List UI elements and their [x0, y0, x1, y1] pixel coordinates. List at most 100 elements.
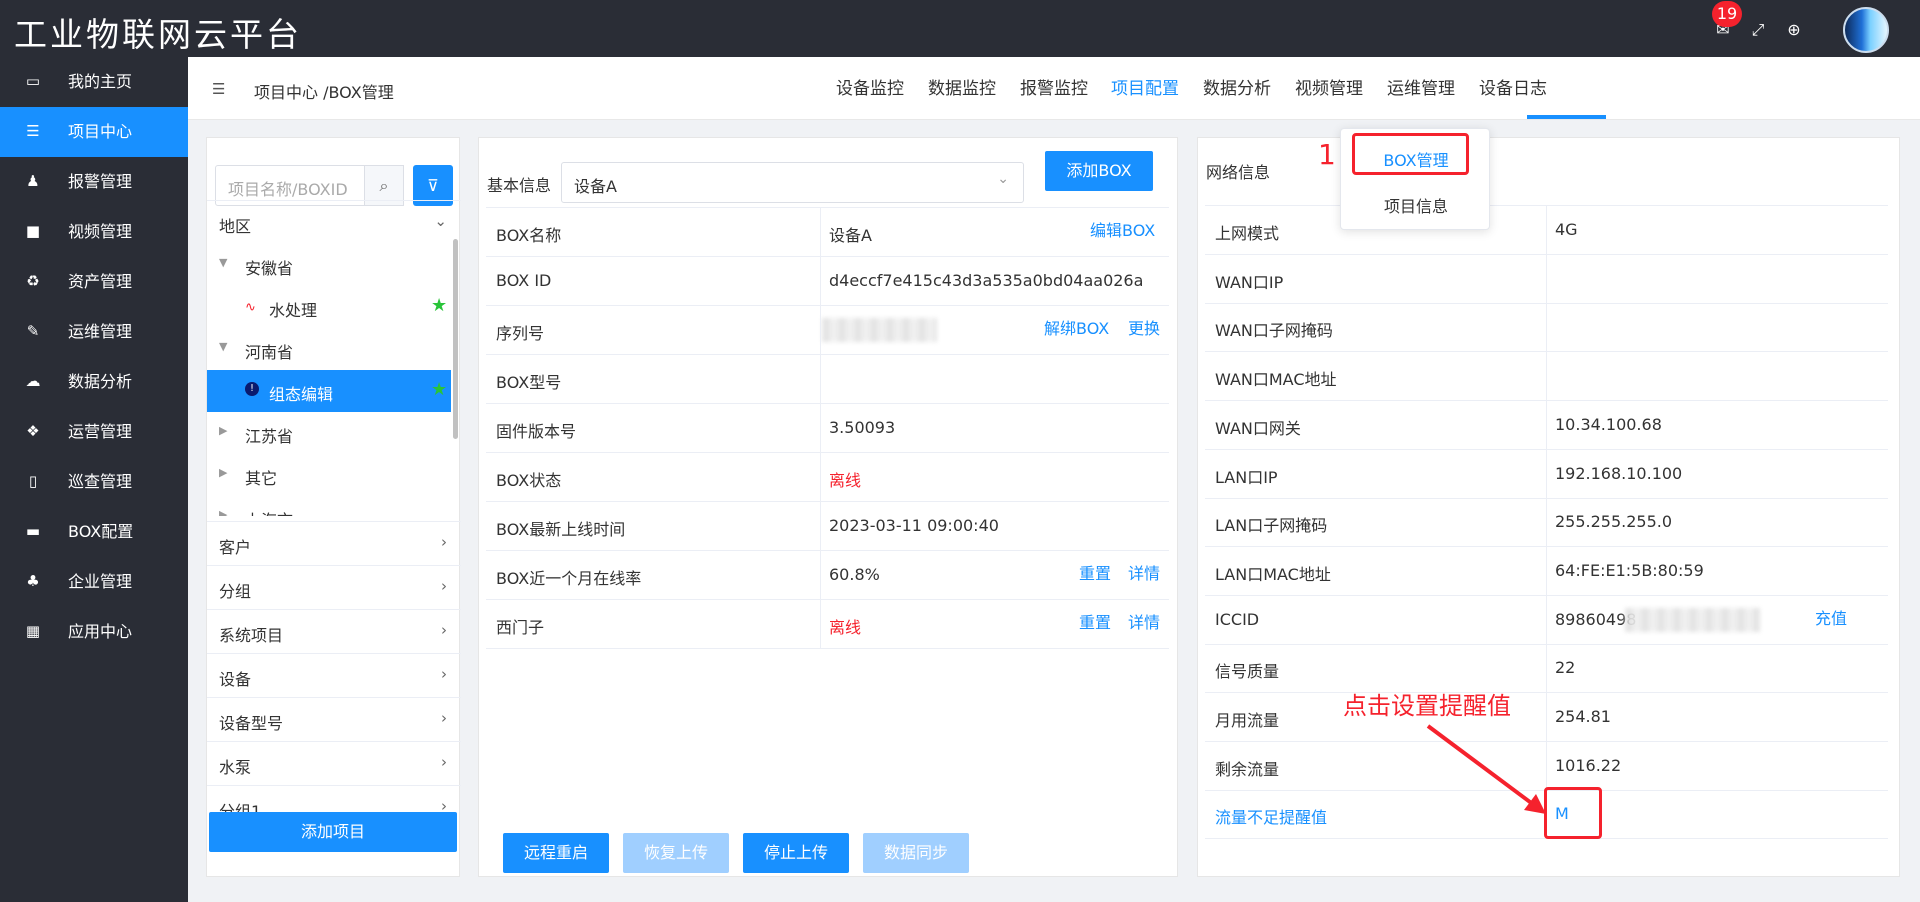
reset-link[interactable]: 重置	[1079, 609, 1111, 633]
caret-down-icon: ▼	[219, 256, 228, 269]
tree-scrollbar[interactable]	[453, 239, 458, 439]
sidebar-item-4[interactable]: ♻ 资产管理	[0, 257, 188, 307]
row-label: WAN口子网掩码	[1215, 321, 1333, 341]
globe-icon[interactable]: ⊕	[1784, 20, 1804, 40]
tree-node-label: 组态编辑	[269, 385, 334, 404]
row-value: 64:FE:E1:5B:80:59	[1555, 560, 1704, 580]
row-label[interactable]: 流量不足提醒值	[1215, 804, 1327, 828]
tab-1[interactable]: 数据监控	[928, 74, 996, 99]
sidebar-item-label: 巡查管理	[68, 472, 133, 491]
resume-upload-button[interactable]: 恢复上传	[623, 833, 729, 873]
tab-6[interactable]: 运维管理	[1387, 74, 1455, 99]
group-row[interactable]: 设备 ›	[207, 653, 461, 697]
star-icon[interactable]: ★	[431, 379, 447, 400]
sidebar: ▭ 我的主页 ☰ 项目中心 ♟ 报警管理 ■ 视频管理 ♻ 资产管理 ✎ 运维管理 ☁ 数据分析 ❖ 运营管理…	[0, 57, 188, 902]
device-select[interactable]: 设备A ⌄	[561, 162, 1024, 203]
group-region[interactable]: 地区 ⌄	[207, 200, 461, 244]
data-sync-button[interactable]: 数据同步	[863, 833, 969, 873]
details-link[interactable]: 详情	[1128, 609, 1160, 633]
sidebar-item-10[interactable]: ♣ 企业管理	[0, 557, 188, 607]
group-row[interactable]: 分组 ›	[207, 565, 461, 609]
tree-node-anhui[interactable]: ▼ 安徽省	[207, 244, 451, 286]
cloud-chart-icon: ☁	[25, 372, 41, 390]
tab-7[interactable]: 设备日志	[1479, 74, 1547, 99]
row-value: 离线	[829, 471, 862, 490]
tree-node-jiangsu[interactable]: ▶ 江苏省	[207, 412, 451, 454]
row-label: 西门子	[496, 618, 545, 637]
remote-restart-button[interactable]: 远程重启	[503, 833, 609, 873]
caret-right-icon: ▶	[219, 424, 228, 437]
unbind-box-link[interactable]: 解绑BOX	[1044, 315, 1109, 339]
sidebar-item-label: 企业管理	[68, 572, 133, 591]
tab-5[interactable]: 视频管理	[1295, 74, 1363, 99]
tab-4[interactable]: 数据分析	[1203, 74, 1271, 99]
row-label: 固件版本号	[496, 422, 577, 441]
tree-node-label: 江苏省	[245, 427, 294, 446]
chevron-right-icon: ›	[441, 753, 447, 771]
header: ☰ 项目中心 /BOX管理 设备监控 数据监控 报警监控 项目配置 数据分析 视频管理 运维…	[188, 57, 1920, 120]
row-value: 255.255.255.0	[1555, 512, 1673, 532]
menu-collapse-icon[interactable]: ☰	[212, 80, 230, 98]
basic-info-label: 基本信息	[487, 176, 552, 195]
table-row: BOX名称 设备A 编辑BOX	[486, 208, 1169, 257]
avatar[interactable]	[1843, 7, 1889, 53]
row-label: BOX ID	[496, 271, 552, 290]
chevron-down-icon: ⌄	[434, 212, 447, 230]
row-value: 1016.22	[1555, 755, 1622, 775]
tree-node-config-edit[interactable]: ! 组态编辑 ★	[207, 370, 451, 412]
replace-link[interactable]: 更换	[1128, 315, 1160, 339]
details-link[interactable]: 详情	[1128, 560, 1160, 584]
tab-2[interactable]: 报警监控	[1020, 74, 1088, 99]
sidebar-item-5[interactable]: ✎ 运维管理	[0, 307, 188, 357]
tree-node-other[interactable]: ▶ 其它	[207, 454, 451, 496]
row-label: WAN口网关	[1215, 418, 1301, 438]
wrench-icon: ✎	[26, 322, 40, 340]
tree-node-henan[interactable]: ▼ 河南省	[207, 328, 451, 370]
basic-info-panel: 基本信息 设备A ⌄ 添加BOX BOX名称 设备A 编辑BOX BOX ID d4ec…	[478, 137, 1178, 877]
sidebar-item-label: 视频管理	[68, 222, 133, 241]
tree-node-water[interactable]: ∿ 水处理 ★	[207, 286, 451, 328]
chevron-right-icon: ›	[441, 665, 447, 683]
recharge-link[interactable]: 充值	[1815, 605, 1847, 629]
group-row[interactable]: 系统项目 ›	[207, 609, 461, 653]
group-label: 分组	[219, 582, 252, 601]
basic-info-table: BOX名称 设备A 编辑BOX BOX ID d4eccf7e415c43d3a535a…	[486, 207, 1169, 649]
reset-link[interactable]: 重置	[1079, 560, 1111, 584]
sidebar-item-8[interactable]: ▯ 巡查管理	[0, 457, 188, 507]
sidebar-item-7[interactable]: ❖ 运营管理	[0, 407, 188, 457]
sidebar-item-1[interactable]: ☰ 项目中心	[0, 107, 188, 157]
fullscreen-icon[interactable]: ⤢	[1748, 20, 1768, 40]
row-value: 10.34.100.68	[1555, 414, 1662, 434]
add-project-button[interactable]: 添加项目	[209, 812, 457, 852]
sidebar-item-label: 运维管理	[68, 322, 133, 341]
row-value: 60.8%	[829, 565, 880, 584]
row-label: LAN口MAC地址	[1215, 564, 1331, 584]
sidebar-item-9[interactable]: ▬ BOX配置	[0, 507, 188, 557]
sidebar-item-3[interactable]: ■ 视频管理	[0, 207, 188, 257]
filter-icon: ⊽	[427, 176, 439, 195]
tree-node-shanghai[interactable]: ▶ 上海市	[207, 496, 451, 516]
table-row: BOX型号	[486, 355, 1169, 404]
group-row[interactable]: 客户 ›	[207, 521, 461, 565]
sidebar-item-label: 报警管理	[68, 172, 133, 191]
add-box-button[interactable]: 添加BOX	[1045, 151, 1153, 191]
sidebar-item-11[interactable]: ▦ 应用中心	[0, 607, 188, 657]
info-icon: !	[245, 382, 259, 396]
group-row[interactable]: 设备型号 ›	[207, 697, 461, 741]
sidebar-item-2[interactable]: ♟ 报警管理	[0, 157, 188, 207]
stop-upload-button[interactable]: 停止上传	[743, 833, 849, 873]
tab-3[interactable]: 项目配置	[1111, 74, 1179, 99]
row-value: d4eccf7e415c43d3a535a0bd04aa026a	[829, 271, 1144, 290]
menu-item-project-info[interactable]: 项目信息	[1341, 193, 1491, 217]
sidebar-item-6[interactable]: ☁ 数据分析	[0, 357, 188, 407]
sidebar-item-0[interactable]: ▭ 我的主页	[0, 57, 188, 107]
row-value: 22	[1555, 658, 1576, 678]
group-row[interactable]: 水泵 ›	[207, 741, 461, 785]
edit-box-link[interactable]: 编辑BOX	[1090, 217, 1155, 241]
serial-blur	[822, 318, 937, 342]
group-label: 地区	[219, 217, 252, 236]
group-label: 水泵	[219, 758, 252, 777]
row-value: 离线	[829, 618, 862, 637]
tab-0[interactable]: 设备监控	[836, 74, 904, 99]
star-icon[interactable]: ★	[431, 295, 447, 316]
